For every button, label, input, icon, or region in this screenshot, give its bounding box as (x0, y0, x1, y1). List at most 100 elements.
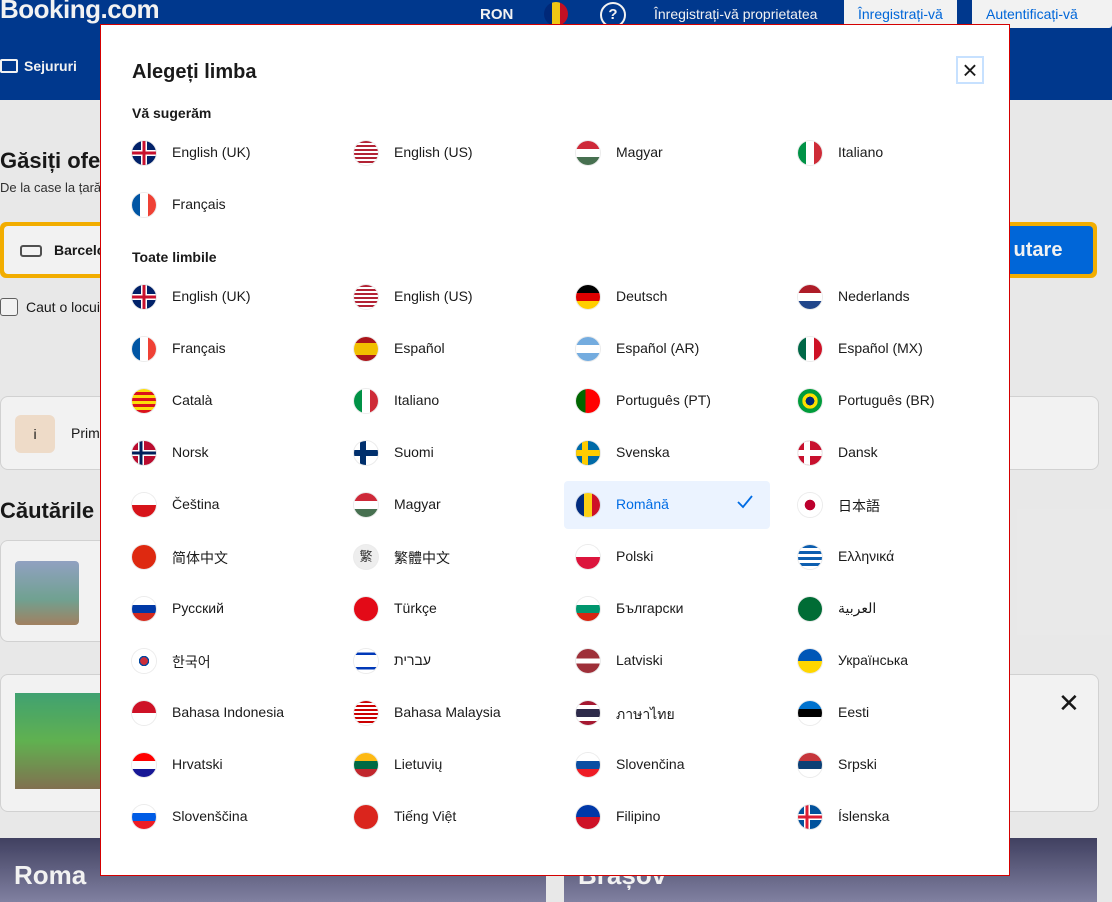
language-option[interactable]: Español (MX) (798, 325, 1004, 373)
language-option-label: Français (172, 196, 226, 212)
language-option[interactable]: Español (354, 325, 560, 373)
language-option-label: Português (BR) (838, 392, 935, 408)
language-option[interactable]: 简体中文 (132, 533, 338, 581)
language-option-label: Català (172, 392, 213, 408)
language-option[interactable]: Italiano (798, 129, 1004, 177)
kr-flag-icon (132, 649, 156, 673)
language-option-label: Español (MX) (838, 340, 923, 356)
it-flag-icon (354, 389, 378, 413)
language-option-label: Polski (616, 548, 654, 564)
language-option[interactable]: Русский (132, 585, 338, 633)
ca-flag-icon (132, 389, 156, 413)
language-option[interactable]: Slovenščina (132, 793, 338, 841)
language-option-label: Norsk (172, 444, 209, 460)
language-option-label: Tiếng Việt (394, 808, 457, 824)
language-option[interactable]: Svenska (576, 429, 782, 477)
language-option[interactable]: Ελληνικά (798, 533, 1004, 581)
us-flag-icon (354, 285, 378, 309)
language-option-label: Deutsch (616, 288, 668, 304)
language-option-label: Latviski (616, 652, 663, 668)
language-option[interactable]: Tiếng Việt (354, 793, 560, 841)
language-option-label: Español (394, 340, 445, 356)
language-option-label: Nederlands (838, 288, 910, 304)
vn-flag-icon (354, 805, 378, 829)
language-option-label: Suomi (394, 444, 434, 460)
fr-flag-icon (132, 193, 156, 217)
language-option[interactable]: Español (AR) (576, 325, 782, 373)
hu-flag-icon (354, 493, 378, 517)
language-option[interactable]: Català (132, 377, 338, 425)
language-option[interactable]: Čeština (132, 481, 338, 529)
language-option[interactable]: Srpski (798, 741, 1004, 789)
language-option[interactable]: Slovenčina (576, 741, 782, 789)
language-option[interactable]: Suomi (354, 429, 560, 477)
il-flag-icon (354, 649, 378, 673)
sa-flag-icon (798, 597, 822, 621)
bg-flag-icon (576, 597, 600, 621)
language-option[interactable]: Latviski (576, 637, 782, 685)
language-option-label: Български (616, 600, 684, 616)
language-option[interactable]: Lietuvių (354, 741, 560, 789)
language-option-label: Bahasa Malaysia (394, 704, 501, 720)
id-flag-icon (132, 701, 156, 725)
language-option[interactable]: Eesti (798, 689, 1004, 737)
language-option[interactable]: Bahasa Indonesia (132, 689, 338, 737)
language-option[interactable]: العربية (798, 585, 1004, 633)
language-option-label: 简体中文 (172, 550, 228, 566)
language-option[interactable]: Português (BR) (798, 377, 1004, 425)
language-option[interactable]: Deutsch (576, 273, 782, 321)
language-option[interactable]: Bahasa Malaysia (354, 689, 560, 737)
language-option[interactable]: English (UK) (132, 273, 338, 321)
all-languages-heading: Toate limbile (132, 249, 217, 265)
language-option-label: Čeština (172, 496, 220, 512)
fi-flag-icon (354, 441, 378, 465)
language-option-label: Filipino (616, 808, 661, 824)
language-option-label: Dansk (838, 444, 878, 460)
language-option[interactable]: Dansk (798, 429, 1004, 477)
language-option[interactable]: Íslenska (798, 793, 1004, 841)
language-option[interactable]: עברית (354, 637, 560, 685)
language-option[interactable]: Български (576, 585, 782, 633)
ee-flag-icon (798, 701, 822, 725)
language-option[interactable]: 繁繁體中文 (354, 533, 560, 581)
close-button[interactable]: × (956, 56, 984, 84)
language-option[interactable]: Türkçe (354, 585, 560, 633)
th-flag-icon (576, 701, 600, 725)
language-option[interactable]: Hrvatski (132, 741, 338, 789)
language-option-label: English (US) (394, 288, 473, 304)
language-option[interactable]: 日本語 (798, 481, 1004, 529)
se-flag-icon (576, 441, 600, 465)
language-modal: Alegeți limba × Vă sugerăm Toate limbile… (100, 24, 1010, 876)
language-option[interactable]: English (UK) (132, 129, 338, 177)
language-option[interactable]: Română (564, 481, 770, 529)
language-option[interactable]: English (US) (354, 273, 560, 321)
language-option-label: Türkçe (394, 600, 437, 616)
language-option[interactable]: Magyar (576, 129, 782, 177)
language-option[interactable]: Polski (576, 533, 782, 581)
language-option[interactable]: Français (132, 181, 338, 229)
language-option[interactable]: Filipino (576, 793, 782, 841)
language-option[interactable]: Français (132, 325, 338, 373)
language-option-label: Srpski (838, 756, 877, 772)
language-option[interactable]: English (US) (354, 129, 560, 177)
language-option[interactable]: 한국어 (132, 637, 338, 685)
language-option[interactable]: Italiano (354, 377, 560, 425)
cn-flag-icon (132, 545, 156, 569)
language-option[interactable]: Nederlands (798, 273, 1004, 321)
language-option-label: Eesti (838, 704, 870, 720)
language-option-label: Lietuvių (394, 756, 443, 772)
language-option-label: Slovenščina (172, 808, 248, 824)
language-option-label: English (UK) (172, 288, 251, 304)
language-option[interactable]: Português (PT) (576, 377, 782, 425)
language-option[interactable]: ภาษาไทย (576, 689, 782, 737)
modal-title: Alegeți limba (132, 61, 257, 83)
mx-flag-icon (798, 337, 822, 361)
language-option[interactable]: Magyar (354, 481, 560, 529)
language-option-label: ภาษาไทย (616, 706, 675, 722)
language-option-label: English (UK) (172, 144, 251, 160)
language-option[interactable]: Norsk (132, 429, 338, 477)
language-option[interactable]: Українська (798, 637, 1004, 685)
language-option-label: Italiano (394, 392, 440, 408)
br-flag-icon (798, 389, 822, 413)
language-option-label: 繁體中文 (394, 550, 450, 566)
